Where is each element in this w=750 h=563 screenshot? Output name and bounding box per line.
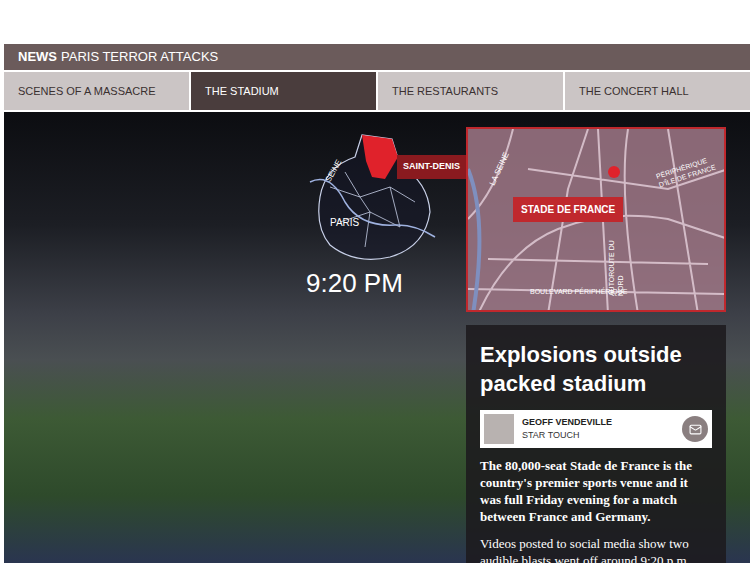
district-label: SAINT-DENIS <box>397 155 466 179</box>
detail-map: LA SEINE PÉRIPHÉRIQUE D'ÎLE DE FRANCE AUTO… <box>466 127 726 312</box>
contact-button[interactable] <box>682 416 708 442</box>
city-label: PARIS <box>330 215 359 230</box>
section-title: PARIS TERROR ATTACKS <box>61 47 218 67</box>
page: NEWSPARIS TERROR ATTACKSSCENES OF A MASS… <box>0 0 750 563</box>
article-paragraph: Videos posted to social media show two a… <box>480 536 712 563</box>
tab[interactable]: THE RESTAURANTS <box>378 72 563 110</box>
author-card: GEOFF VENDEVILLESTAR TOUCH <box>480 410 712 448</box>
tab[interactable]: THE STADIUM <box>191 72 376 110</box>
author-avatar <box>484 414 514 444</box>
photo-panel: SEINEPARISSAINT-DENIS 9:20 PM LA SEINE PÉRI… <box>4 112 750 563</box>
headline: Explosions outside packed stadium <box>480 341 712 398</box>
section-header: NEWSPARIS TERROR ATTACKS <box>4 44 750 70</box>
paris-map-icon <box>300 127 440 272</box>
river-label: LA SEINE <box>487 150 513 187</box>
author-name: GEOFF VENDEVILLE <box>522 416 674 430</box>
ring-road-label: PÉRIPHÉRIQUE D'ÎLE DE FRANCE <box>655 151 726 190</box>
venue-label: STADE DE FRANCE <box>513 197 623 222</box>
article-panel: Explosions outside packed stadium GEOFF V… <box>466 325 726 563</box>
boulevard-label: BOULEVARD PÉRIPHÉRIQUE <box>530 287 628 298</box>
tab[interactable]: THE CONCERT HALL <box>565 72 750 110</box>
section-label: NEWS <box>18 47 57 67</box>
mail-icon <box>689 423 702 436</box>
overview-map: SEINEPARIS <box>300 127 440 272</box>
tab[interactable]: SCENES OF A MASSACRE <box>4 72 189 110</box>
time-label: 9:20 PM <box>306 264 403 303</box>
author-role: STAR TOUCH <box>522 429 674 443</box>
tab-bar: SCENES OF A MASSACRETHE STADIUMTHE RESTA… <box>4 72 750 110</box>
highway-label: AUTOROUTE DU NORD <box>607 236 625 296</box>
article-paragraph: The 80,000-seat Stade de France is the c… <box>480 458 712 526</box>
